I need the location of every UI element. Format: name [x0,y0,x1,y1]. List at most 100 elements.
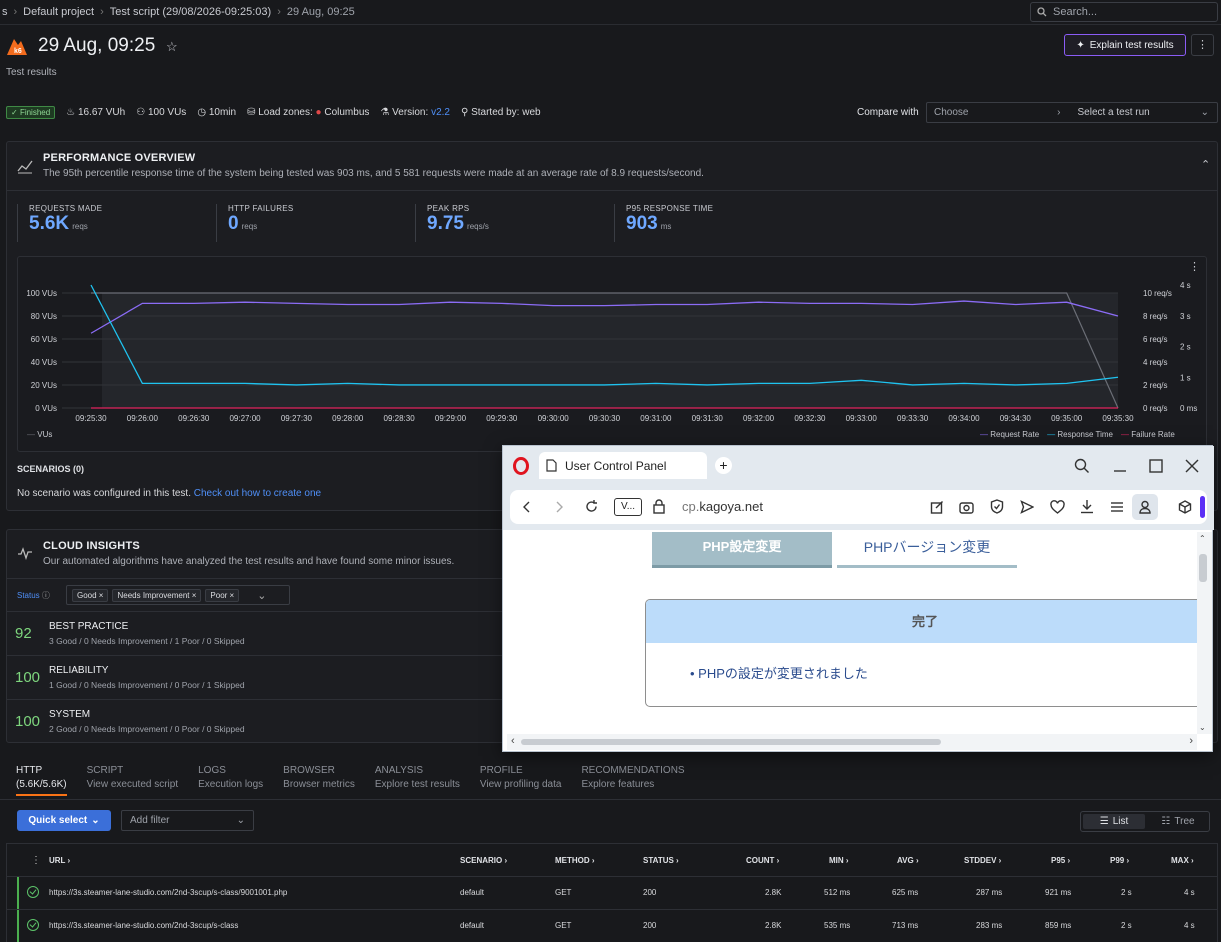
tab-php-settings[interactable]: PHP設定変更 [652,532,832,568]
browser-page: PHP設定変更 PHPバージョン変更 完了 • PHPの設定が変更されました [507,532,1197,734]
cube-icon[interactable] [1178,500,1192,514]
tab-recommendations[interactable]: RECOMMENDATIONS Explore features [581,764,684,796]
tab-profile[interactable]: PROFILE View profiling data [480,764,562,796]
y-tick-label: 100 VUs [26,289,57,298]
user-icon [1139,500,1151,514]
vertical-scrollbar[interactable]: ⌃ ⌄ [1197,532,1212,734]
list-icon: ☰ [1099,816,1109,827]
x-tick-label: 09:31:00 [640,414,672,423]
cell-max: 4 s [1184,921,1195,930]
tab-analysis[interactable]: ANALYSIS Explore test results [375,764,460,796]
column-url[interactable]: URL › [49,856,70,865]
column-status[interactable]: STATUS › [643,856,679,865]
tab-browser[interactable]: BROWSER Browser metrics [283,764,355,796]
minimize-icon[interactable] [1112,458,1128,474]
column-p99[interactable]: P99 › [1110,856,1129,865]
share-icon[interactable] [930,500,944,514]
filter-chip-needs-improvement[interactable]: Needs Improvement × [112,588,202,602]
x-tick-label: 09:34:30 [1000,414,1032,423]
insight-best-practice[interactable]: 92 BEST PRACTICE 3 Good / 0 Needs Improv… [6,611,505,655]
chevron-down-icon: ⌄ [236,815,245,826]
profile-button[interactable] [1132,494,1158,520]
insight-name: BEST PRACTICE [49,621,129,632]
chevron-down-icon: ⌄ [91,815,100,826]
heart-icon[interactable] [1050,500,1065,514]
send-icon[interactable] [1020,500,1034,514]
forward-icon[interactable] [552,500,566,514]
column-method[interactable]: METHOD › [555,856,595,865]
x-tick-label: 09:26:00 [127,414,159,423]
cell-count: 2.8K [765,921,782,930]
scenarios-link[interactable]: Check out how to create one [194,488,321,499]
column-scenario[interactable]: SCENARIO › [460,856,507,865]
x-tick-label: 09:34:00 [948,414,980,423]
status-filter-label: Status ⓘ [17,591,50,600]
y-tick-label: 40 VUs [31,358,57,367]
y-right-time-label: 0 ms [1180,404,1197,413]
legend-vus[interactable]: — VUs [27,430,52,439]
download-icon[interactable] [1080,499,1094,514]
search-icon[interactable] [1074,458,1090,474]
tab-logs[interactable]: LOGS Execution logs [198,764,263,796]
close-icon[interactable] [1184,458,1200,474]
status-filter-select[interactable]: Good × Needs Improvement × Poor × ⌄ [66,585,290,605]
cell-url: https://3s.steamer-lane-studio.com/2nd-3… [49,888,288,897]
pulse-icon [18,547,32,560]
y-right-rps-label: 2 req/s [1143,381,1167,390]
maximize-icon[interactable] [1148,458,1164,474]
back-icon[interactable] [520,500,534,514]
x-tick-label: 09:31:30 [692,414,724,423]
x-tick-label: 09:25:30 [75,414,107,423]
tree-view-button[interactable]: ☷ Tree [1147,812,1209,831]
legend-response-time[interactable]: — Response Time [1047,430,1113,439]
opera-logo-icon[interactable] [513,457,529,475]
legend-request-rate[interactable]: — Request Rate [980,430,1039,439]
column-max[interactable]: MAX › [1171,856,1194,865]
quick-select-button[interactable]: Quick select ⌄ [17,810,111,831]
y-right-time-label: 3 s [1180,312,1191,321]
performance-chart: 100 VUs 80 VUs 60 VUs 40 VUs 20 VUs 0 VUs 10 … [26,281,1197,423]
column-menu-icon[interactable]: ⋮ [31,855,41,866]
vpn-badge[interactable]: V... [614,498,642,516]
document-icon [546,459,557,472]
column-min[interactable]: MIN › [829,856,849,865]
browser-address-bar: V... cp.kagoya.net [503,486,1214,530]
cell-count: 2.8K [765,888,782,897]
tab-http[interactable]: HTTP (5.6K/5.6K) [16,764,67,796]
filter-chip-poor[interactable]: Poor × [205,588,240,602]
filter-chip-good[interactable]: Good × [72,588,109,602]
horizontal-scrollbar[interactable]: ‹ › [507,734,1197,750]
sidebar-indicator[interactable] [1200,496,1205,518]
reload-icon[interactable] [584,499,599,514]
insight-summary: 3 Good / 0 Needs Improvement / 1 Poor / … [49,636,245,646]
tab-php-version[interactable]: PHPバージョン変更 [837,532,1017,568]
cell-max: 4 s [1184,888,1195,897]
column-p95[interactable]: P95 › [1051,856,1070,865]
list-view-button[interactable]: ☰ List [1083,814,1145,829]
legend-failure-rate[interactable]: — Failure Rate [1121,430,1175,439]
chevron-down-icon[interactable]: ⌄ [257,589,266,602]
browser-tab-title: User Control Panel [565,458,667,473]
add-filter-select[interactable]: Add filter ⌄ [121,810,254,831]
x-tick-label: 09:29:30 [486,414,518,423]
new-tab-button[interactable]: + [715,457,732,474]
cell-p99: 2 s [1121,921,1132,930]
x-tick-label: 09:33:00 [846,414,878,423]
settings-sliders-icon[interactable] [1110,500,1124,514]
lock-icon[interactable] [652,499,666,514]
scroll-up-icon: ⌃ [1199,534,1206,543]
camera-icon[interactable] [959,500,974,514]
tab-script[interactable]: SCRIPT View executed script [87,764,179,796]
insight-system[interactable]: 100 SYSTEM 2 Good / 0 Needs Improvement … [6,699,505,743]
cell-min: 512 ms [824,888,851,897]
shield-icon[interactable] [990,499,1004,514]
column-count[interactable]: COUNT › [746,856,779,865]
x-tick-label: 09:26:30 [178,414,210,423]
url-text[interactable]: cp.kagoya.net [682,499,763,514]
cell-scenario: default [460,921,485,930]
insight-reliability[interactable]: 100 RELIABILITY 1 Good / 0 Needs Improve… [6,655,505,699]
browser-tab[interactable]: User Control Panel [539,452,707,479]
column-stddev[interactable]: STDDEV › [964,856,1001,865]
x-tick-label: 09:35:00 [1051,414,1083,423]
column-avg[interactable]: AVG › [897,856,919,865]
